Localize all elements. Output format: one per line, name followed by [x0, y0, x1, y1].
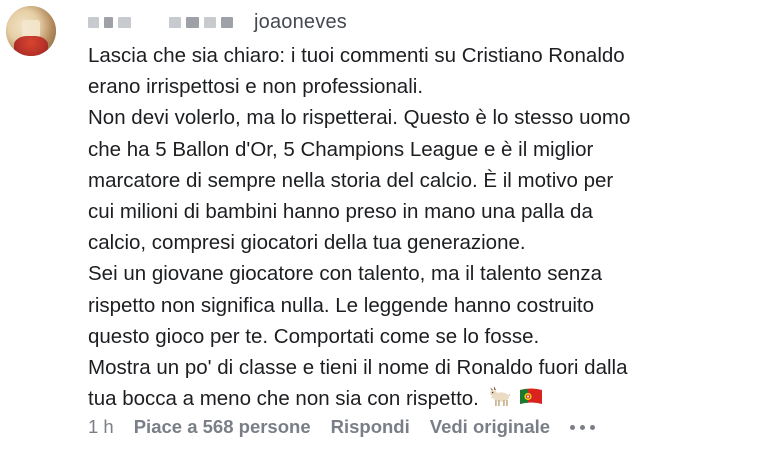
dot-icon [570, 424, 576, 430]
redacted-name-block [118, 16, 131, 28]
avatar[interactable] [6, 6, 56, 56]
comment-line: cui milioni di bambini hanno preso in ma… [88, 200, 593, 224]
redacted-name-block [204, 16, 216, 28]
redacted-name-block [88, 16, 99, 28]
see-original-button[interactable]: Vedi originale [430, 416, 550, 438]
comment-line: tua bocca a meno che non sia con rispett… [88, 387, 479, 411]
redacted-name-block [169, 16, 181, 28]
dot-icon [590, 424, 596, 430]
likes-count-link[interactable]: Piace a 568 persone [134, 416, 311, 438]
comment-line: questo gioco per te. Comportati come se … [88, 324, 540, 348]
goat-emoji-icon [487, 384, 511, 417]
comment-line: erano irrispettosi e non professionali. [88, 75, 424, 99]
comment-line: Mostra un po' di classe e tieni il nome … [88, 356, 628, 380]
redacted-name-block [104, 16, 113, 28]
comment-line: rispetto non significa nulla. Le leggend… [88, 293, 595, 317]
comment-line: Non devi volerlo, ma lo rispetterai. Que… [88, 106, 631, 130]
comment-line: Lascia che sia chiaro: i tuoi commenti s… [88, 44, 625, 67]
comment-actions: 1 h Piace a 568 persone Rispondi Vedi or… [88, 414, 596, 440]
comment-header: joaoneves [88, 10, 347, 34]
comment-line: marcatore di sempre nella storia del cal… [88, 168, 614, 192]
redacted-name-block [186, 16, 199, 28]
more-options-icon[interactable] [570, 424, 596, 430]
comment-body: Lascia che sia chiaro: i tuoi commenti s… [88, 40, 760, 417]
comment-line: calcio, compresi giocatori della tua gen… [88, 231, 526, 255]
comment-username[interactable]: joaoneves [254, 11, 347, 34]
portugal-flag-icon [518, 386, 544, 417]
comment-timestamp[interactable]: 1 h [88, 416, 114, 438]
comment-line-last: tua bocca a meno che non sia con rispett… [88, 383, 760, 417]
redacted-name-block [221, 16, 233, 28]
comment-line: Sei un giovane giocatore con talento, ma… [88, 262, 602, 286]
dot-icon [580, 424, 586, 430]
avatar-image-detail [14, 36, 48, 56]
reply-button[interactable]: Rispondi [331, 416, 410, 438]
comment-line: che ha 5 Ballon d'Or, 5 Champions League… [88, 137, 594, 161]
